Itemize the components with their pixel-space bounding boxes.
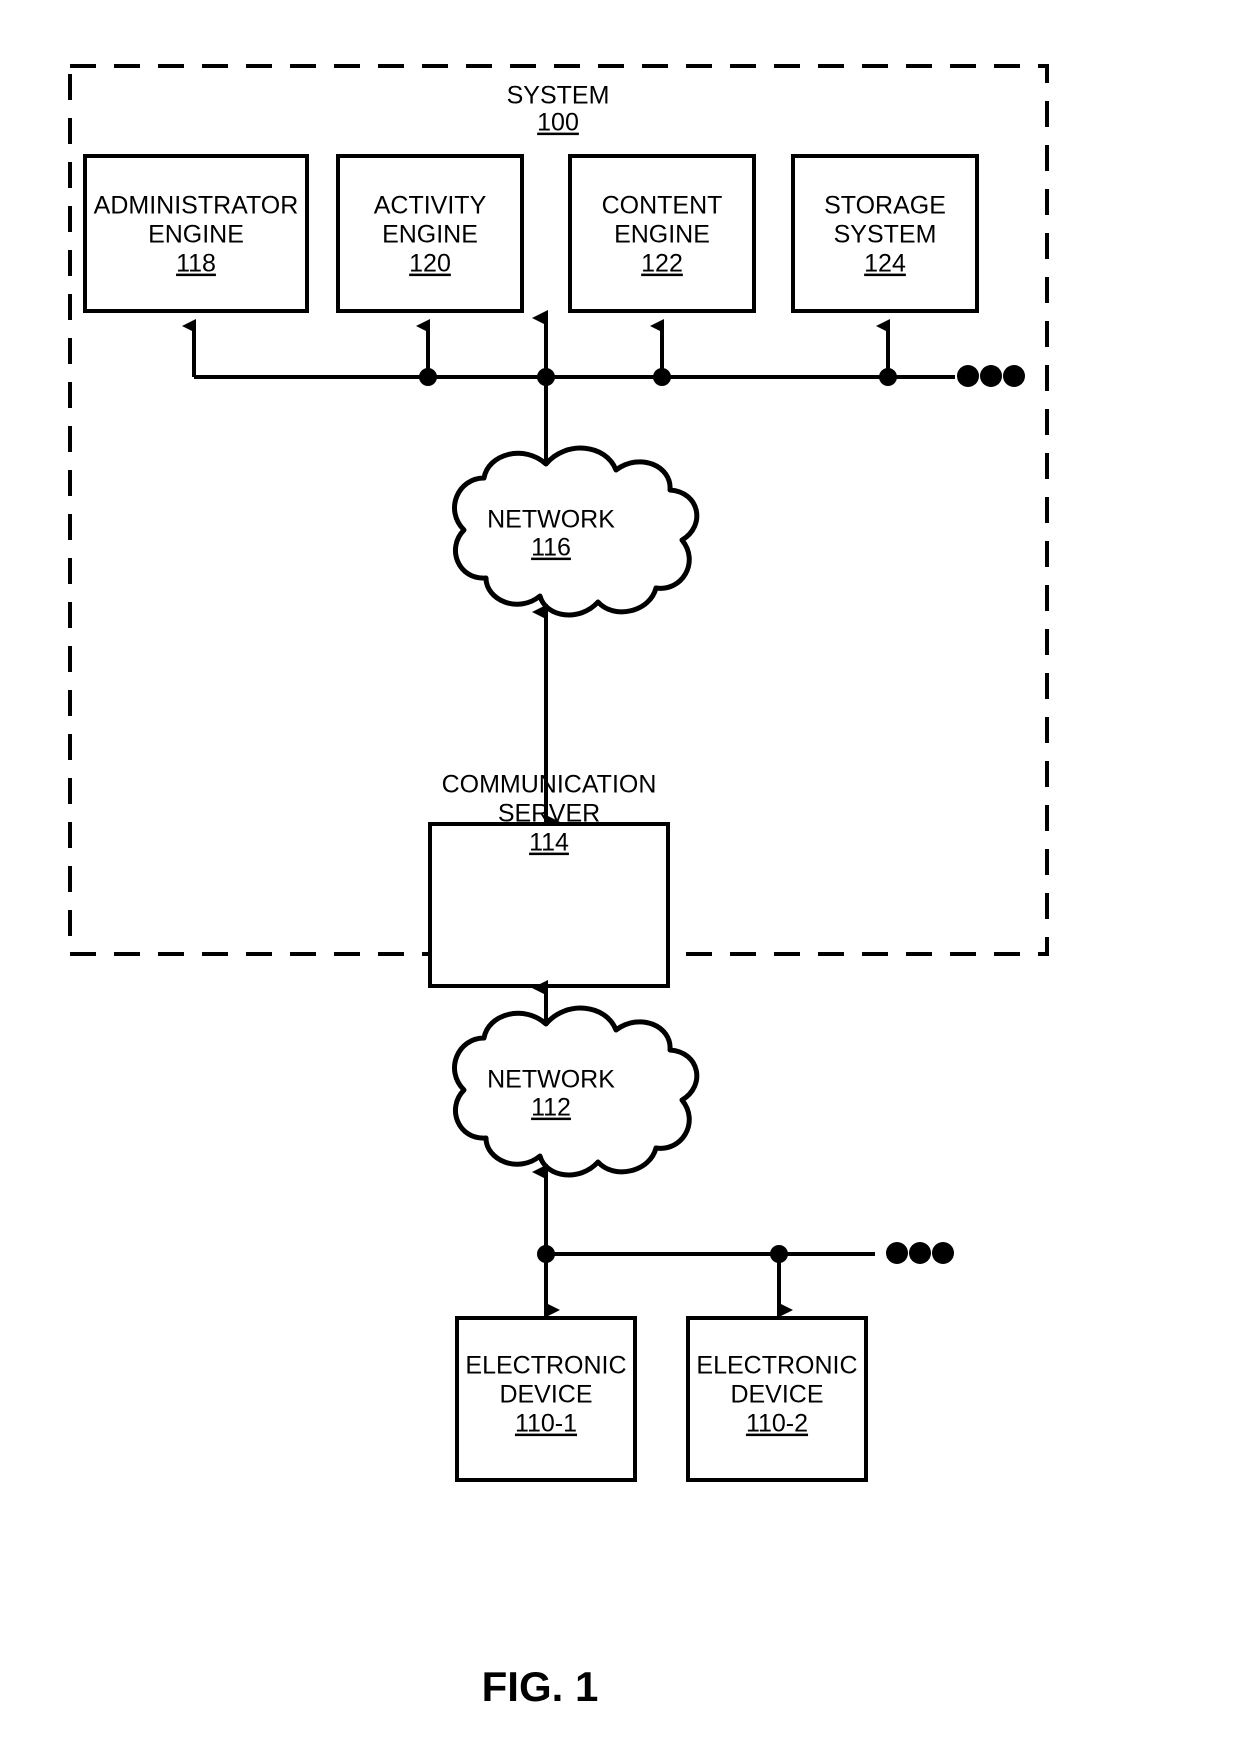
network-116-reference-number: 116 (531, 534, 571, 562)
network-112-label: NETWORK (487, 1066, 615, 1094)
storage-system-label-line2: SYSTEM (834, 221, 937, 249)
patent-figure-1: SYSTEM 100 ADMINISTRATOR ENGINE 118 ACTI… (0, 0, 1240, 1750)
administrator-engine-reference-number: 118 (176, 250, 216, 278)
system-reference-number: 100 (537, 109, 579, 137)
activity-engine-label-line2: ENGINE (382, 221, 478, 249)
content-engine-label-line2: ENGINE (614, 221, 710, 249)
electronic-device-2-label-line1: ELECTRONIC (696, 1352, 857, 1380)
figure-caption: FIG. 1 (482, 1663, 599, 1710)
communication-server-label-line1: COMMUNICATION (442, 771, 657, 799)
electronic-device-1-label-line2: DEVICE (499, 1381, 592, 1409)
administrator-engine-label-line2: ENGINE (148, 221, 244, 249)
storage-system-label-line1: STORAGE (824, 192, 946, 220)
communication-server-reference-number: 114 (529, 829, 569, 857)
content-engine-reference-number: 122 (641, 250, 683, 278)
communication-server-label-line2: SERVER (498, 800, 600, 828)
diagram-text-layer: SYSTEM 100 ADMINISTRATOR ENGINE 118 ACTI… (94, 82, 946, 1710)
network-116-label: NETWORK (487, 506, 615, 534)
activity-engine-reference-number: 120 (409, 250, 451, 278)
system-title: SYSTEM (507, 82, 610, 110)
activity-engine-label-line1: ACTIVITY (374, 192, 487, 220)
administrator-engine-label-line1: ADMINISTRATOR (94, 192, 299, 220)
content-engine-label-line1: CONTENT (602, 192, 723, 220)
electronic-device-2-label-line2: DEVICE (730, 1381, 823, 1409)
electronic-device-1-label-line1: ELECTRONIC (465, 1352, 626, 1380)
storage-system-reference-number: 124 (864, 250, 906, 278)
network-112-reference-number: 112 (531, 1094, 571, 1122)
electronic-device-1-reference-number: 110-1 (515, 1410, 577, 1438)
electronic-device-2-reference-number: 110-2 (746, 1410, 808, 1438)
